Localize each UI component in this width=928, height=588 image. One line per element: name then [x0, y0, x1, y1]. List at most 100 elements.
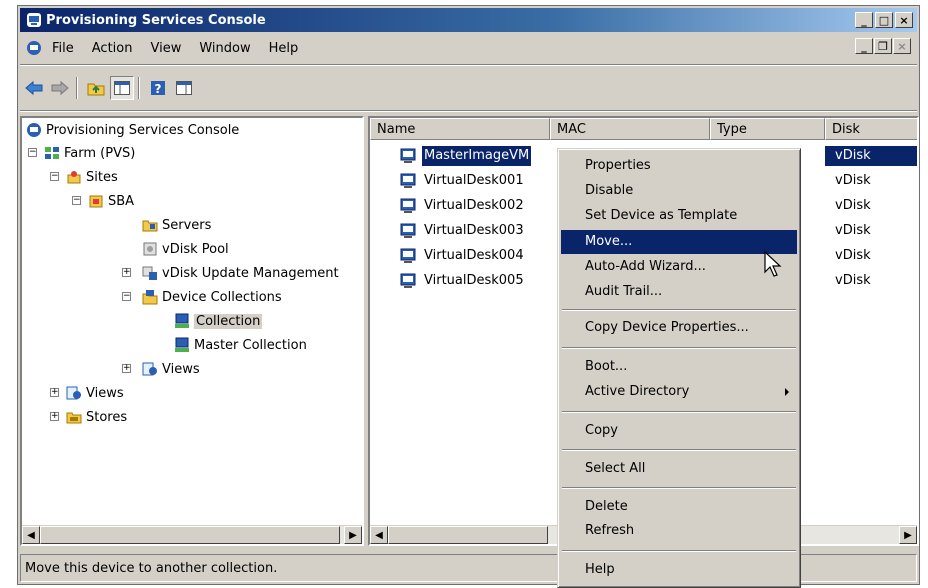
menu-item-copy-device-properties[interactable]: Copy Device Properties... — [561, 316, 797, 340]
scroll-right-button[interactable]: ▶ — [344, 526, 362, 544]
help-button[interactable]: ? — [146, 76, 170, 100]
column-header-type[interactable]: Type — [710, 118, 825, 140]
action-pane-button[interactable] — [172, 76, 196, 100]
scroll-thumb[interactable] — [388, 526, 548, 544]
action-pane-icon — [176, 81, 192, 95]
tree-item-views[interactable]: Views — [66, 383, 124, 403]
farm-collapse-toggle[interactable]: − — [28, 148, 37, 157]
mouse-cursor-icon — [764, 251, 782, 277]
menu-item-move[interactable]: Move... — [561, 230, 797, 254]
stores-expand-toggle[interactable]: + — [50, 412, 59, 421]
column-header-disk[interactable]: Disk — [825, 118, 917, 140]
scroll-left-button[interactable]: ◀ — [370, 526, 388, 544]
forward-button[interactable] — [48, 76, 72, 100]
row-name: VirtualDesk003 — [424, 223, 524, 238]
device-icon — [400, 248, 416, 263]
back-arrow-icon — [25, 80, 43, 96]
title-bar[interactable]: Provisioning Services Console _ □ × — [20, 8, 917, 32]
tree-item-inner-views-label: Views — [162, 361, 200, 377]
tree-horizontal-scrollbar[interactable]: ◀ ▶ — [22, 525, 362, 544]
maximize-button[interactable]: □ — [875, 12, 893, 28]
servers-icon — [142, 220, 158, 232]
menu-help[interactable]: Help — [269, 41, 299, 56]
mdi-close-button[interactable]: × — [893, 38, 911, 54]
window-title: Provisioning Services Console — [46, 12, 266, 28]
tree-item-vdisk-pool[interactable]: vDisk Pool — [142, 239, 229, 259]
tree-item-collection[interactable]: Collection — [174, 311, 263, 331]
menu-item-auto-add-wizard[interactable]: Auto-Add Wizard... — [561, 255, 797, 279]
menu-window[interactable]: Window — [199, 41, 250, 56]
tree-item-inner-views[interactable]: Views — [142, 359, 200, 379]
menu-action[interactable]: Action — [92, 41, 133, 56]
toolbar-separator — [76, 77, 78, 99]
row-disk: vDisk — [835, 223, 871, 238]
scroll-thumb[interactable] — [40, 526, 340, 544]
toolbar-separator-2 — [138, 77, 140, 99]
device-collections-collapse-toggle[interactable]: − — [122, 292, 131, 301]
menu-item-properties[interactable]: Properties — [561, 154, 797, 178]
menu-separator — [562, 347, 796, 349]
collection-icon — [175, 313, 189, 328]
tree-item-master-collection-label: Master Collection — [194, 337, 307, 353]
tree-item-collection-label: Collection — [194, 313, 263, 329]
minimize-button[interactable]: _ — [855, 12, 873, 28]
menu-item-disable[interactable]: Disable — [561, 179, 797, 203]
tree-item-sites[interactable]: Sites — [66, 167, 118, 187]
close-button[interactable]: × — [895, 12, 913, 28]
views-icon — [142, 362, 157, 376]
sites-collapse-toggle[interactable]: − — [50, 172, 59, 181]
forward-arrow-icon — [51, 80, 69, 96]
views-expand-toggle[interactable]: + — [50, 388, 59, 397]
tree-item-vdisk-update[interactable]: vDisk Update Management — [142, 263, 339, 283]
menu-item-delete[interactable]: Delete — [561, 495, 797, 519]
tree-root[interactable]: Provisioning Services Console — [26, 120, 239, 140]
menu-item-active-directory[interactable]: Active Directory — [561, 380, 797, 404]
submenu-arrow-icon — [785, 388, 789, 396]
sites-icon — [67, 171, 81, 184]
menu-item-set-template[interactable]: Set Device as Template — [561, 204, 797, 228]
menu-item-help[interactable]: Help — [561, 558, 797, 582]
console-menu-icon[interactable] — [26, 40, 42, 56]
tree-item-servers[interactable]: Servers — [142, 215, 211, 235]
menu-separator — [562, 411, 796, 413]
row-name: VirtualDesk001 — [424, 173, 524, 188]
menu-item-refresh[interactable]: Refresh — [561, 519, 797, 543]
back-button[interactable] — [22, 76, 46, 100]
menu-item-select-all[interactable]: Select All — [561, 457, 797, 481]
menu-item-boot[interactable]: Boot... — [561, 355, 797, 379]
menu-separator — [20, 64, 917, 66]
row-name: VirtualDesk005 — [424, 273, 524, 288]
sba-collapse-toggle[interactable]: − — [72, 196, 81, 205]
up-one-level-button[interactable] — [84, 76, 108, 100]
tree-item-vdisk-update-label: vDisk Update Management — [162, 265, 339, 281]
show-hide-tree-button[interactable] — [110, 76, 134, 100]
master-collection-icon — [175, 337, 189, 352]
tree-item-master-collection[interactable]: Master Collection — [174, 335, 307, 355]
scroll-left-button[interactable]: ◀ — [22, 526, 40, 544]
tree-item-farm[interactable]: Farm (PVS) — [44, 143, 135, 163]
menu-file[interactable]: File — [52, 41, 74, 56]
menu-item-copy[interactable]: Copy — [561, 419, 797, 443]
tree-item-stores[interactable]: Stores — [66, 407, 127, 427]
svg-text:?: ? — [155, 82, 162, 96]
scroll-right-button[interactable]: ▶ — [899, 526, 917, 544]
device-icon — [400, 148, 416, 163]
help-icon: ? — [151, 81, 165, 96]
tree-item-sites-label: Sites — [86, 169, 118, 185]
mdi-restore-button[interactable]: ❐ — [874, 38, 892, 54]
list-header: Name MAC Type Disk — [370, 118, 917, 140]
tree-item-device-collections[interactable]: Device Collections — [142, 287, 282, 307]
tree-pane[interactable]: Provisioning Services Console − Farm (PV… — [20, 116, 364, 546]
vdisk-update-expand-toggle[interactable]: + — [122, 268, 131, 277]
tree-item-device-collections-label: Device Collections — [162, 289, 282, 305]
menu-view[interactable]: View — [150, 41, 181, 56]
mdi-minimize-button[interactable]: _ — [855, 38, 873, 54]
tree-item-views-label: Views — [86, 385, 124, 401]
toolbar: ? — [20, 68, 917, 108]
tree-item-farm-label: Farm (PVS) — [64, 145, 136, 161]
column-header-name[interactable]: Name — [370, 118, 550, 140]
inner-views-expand-toggle[interactable]: + — [122, 364, 131, 373]
menu-item-audit-trail[interactable]: Audit Trail... — [561, 280, 797, 304]
column-header-mac[interactable]: MAC — [550, 118, 710, 140]
tree-item-sba[interactable]: SBA — [88, 191, 134, 211]
